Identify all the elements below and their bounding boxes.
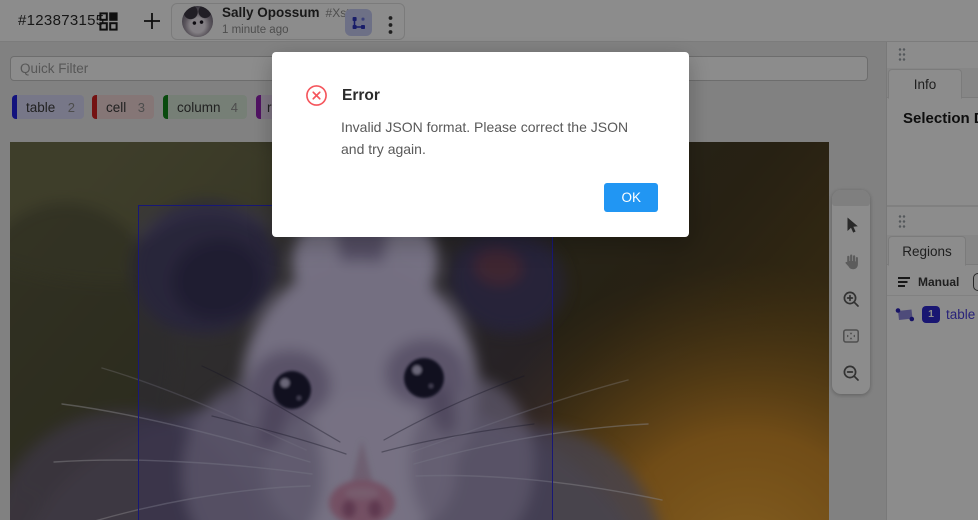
error-modal: Error Invalid JSON format. Please correc… <box>272 52 689 237</box>
error-icon <box>305 84 328 107</box>
modal-title: Error <box>342 87 380 105</box>
ok-button[interactable]: OK <box>604 183 658 212</box>
modal-header: Error <box>305 84 380 107</box>
modal-message: Invalid JSON format. Please correct the … <box>341 116 653 160</box>
